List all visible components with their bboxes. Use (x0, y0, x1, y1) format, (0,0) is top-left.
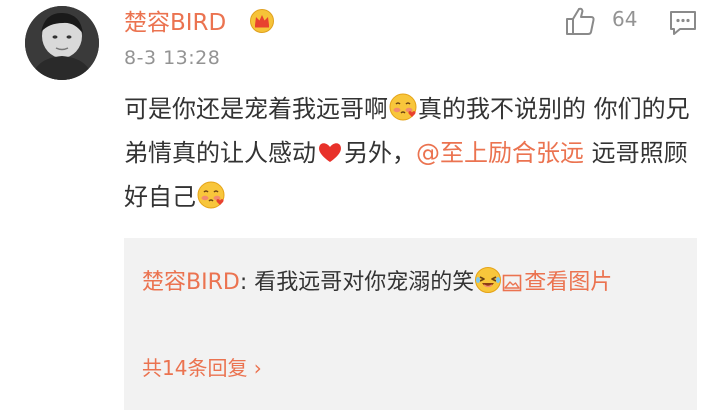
reply-count-link[interactable]: 共14条回复 › (142, 354, 262, 382)
comment-timestamp: 8-3 13:28 (124, 47, 221, 69)
comment-username[interactable]: 楚容BIRD (124, 8, 226, 38)
blush-kiss-emoji (196, 180, 226, 222)
image-icon (502, 267, 522, 305)
crown-icon (249, 9, 275, 37)
laughing-emoji (474, 266, 502, 307)
comment-text-part1: 可是你还是宠着我远哥啊 (124, 95, 388, 123)
reply-separator: : (239, 270, 255, 295)
heart-emoji (316, 138, 344, 178)
reply-username[interactable]: 楚容BIRD (142, 270, 240, 295)
blush-kiss-emoji (388, 92, 418, 134)
like-count: 64 (612, 7, 638, 31)
view-picture-link[interactable]: 查看图片 (502, 270, 612, 295)
mention-link[interactable]: @至上励合张远 (416, 139, 584, 167)
comment-icon[interactable] (668, 8, 698, 38)
comment-body: 可是你还是宠着我远哥啊 真的我不说别的 你们的兄弟情真的让人感动 另外，@至上励合张… (124, 90, 694, 222)
reply-preview[interactable]: 楚容BIRD: 看我远哥对你宠溺的笑 查看图片 共14条回复 › (124, 238, 697, 410)
reply-content: 看我远哥对你宠溺的笑 (254, 270, 475, 295)
reply-text: 楚容BIRD: 看我远哥对你宠溺的笑 查看图片 (142, 264, 677, 307)
avatar-photo (25, 6, 99, 80)
view-picture-label: 查看图片 (524, 270, 613, 295)
comment-card: 楚容BIRD 8-3 13:28 64 可是你还是宠着我远哥啊 真的我不说别的 你… (0, 0, 717, 420)
avatar[interactable] (25, 6, 99, 80)
comment-text-part3: 另外， (344, 139, 416, 167)
thumbs-up-icon[interactable] (564, 6, 596, 36)
